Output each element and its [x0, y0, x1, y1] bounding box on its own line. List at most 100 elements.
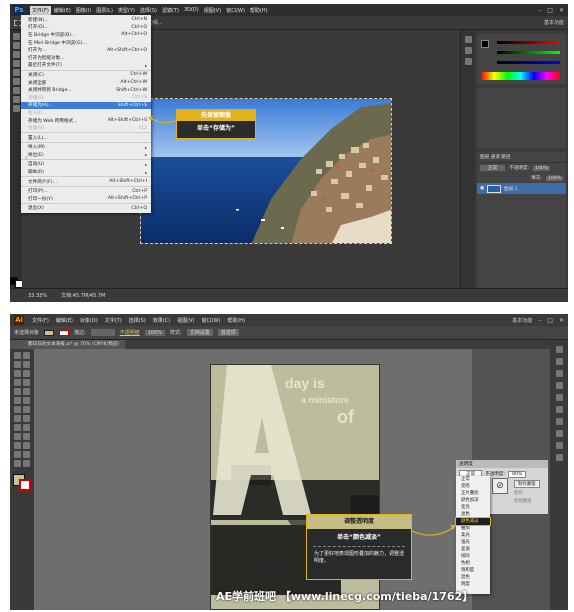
history-panel-icon[interactable]	[464, 36, 472, 43]
shape-builder-tool-icon[interactable]	[23, 415, 30, 422]
opacity-field[interactable]: 100%	[533, 165, 551, 171]
marquee-tool-icon[interactable]	[12, 42, 20, 49]
brush-tool-icon[interactable]	[12, 69, 20, 76]
file-menu-item[interactable]: 打印(P)... Ctrl+P	[21, 187, 151, 195]
ai-menu-item[interactable]: 窗口(W)	[199, 316, 222, 325]
rotate-tool-icon[interactable]	[23, 397, 30, 404]
file-menu-item[interactable]: 新建(N)... Ctrl+N	[21, 16, 151, 24]
maximize-icon[interactable]: □	[547, 7, 553, 14]
stroke-color-swatch[interactable]	[19, 479, 31, 491]
magic-wand-tool-icon[interactable]	[14, 361, 21, 368]
ai-menu-item[interactable]: 对象(O)	[78, 316, 100, 325]
symbol-sprayer-tool-icon[interactable]	[14, 442, 21, 449]
file-menu-item[interactable]: 存储为 Web 所用格式... Alt+Shift+Ctrl+S	[21, 117, 151, 125]
chevron-left-icon[interactable]: ‹	[24, 150, 34, 166]
properties-panel-icon[interactable]	[464, 47, 472, 54]
transparency-tab[interactable]: 透明度	[456, 460, 548, 468]
lasso-tool-icon[interactable]	[12, 51, 20, 58]
ai-workspace-select[interactable]: 基本功能	[512, 317, 532, 324]
ps-menu-item[interactable]: 3D(D)	[182, 6, 201, 15]
clip-checkbox[interactable]: 剪切	[514, 490, 523, 496]
stroke-swatch[interactable]	[59, 329, 70, 336]
ai-menu-item[interactable]: 编辑(E)	[54, 316, 75, 325]
zoom-tool-icon[interactable]	[23, 460, 30, 467]
blend-mode-option[interactable]: 差值	[456, 546, 490, 553]
ps-menu-item[interactable]: 帮助(H)	[248, 6, 270, 15]
file-menu-item[interactable]: 文件简介(F)... Alt+Shift+Ctrl+I	[21, 178, 151, 186]
ai-menu-item[interactable]: 视图(V)	[175, 316, 196, 325]
slice-tool-icon[interactable]	[23, 451, 30, 458]
ps-menu-item[interactable]: 图层(L)	[94, 6, 115, 15]
blend-mode-option[interactable]: 色相	[456, 560, 490, 567]
red-slider[interactable]	[497, 41, 560, 44]
hand-tool-icon[interactable]	[14, 460, 21, 467]
swatches-panel-icon[interactable]	[555, 358, 563, 365]
mesh-tool-icon[interactable]	[14, 424, 21, 431]
blend-mode-option[interactable]: 变亮	[456, 504, 490, 511]
blend-mode-option[interactable]: 叠加	[456, 525, 490, 532]
blend-mode-option[interactable]: 正片叠底	[456, 490, 490, 497]
blue-slider[interactable]	[497, 61, 560, 64]
blend-mode-select[interactable]: 正常	[480, 165, 506, 171]
paintbrush-tool-icon[interactable]	[14, 388, 21, 395]
ps-workspace-select[interactable]: 基本功能	[544, 19, 564, 26]
ai-menu-item[interactable]: 文字(T)	[103, 316, 124, 325]
line-tool-icon[interactable]	[14, 379, 21, 386]
blend-mode-option[interactable]: 柔光	[456, 532, 490, 539]
preferences-button[interactable]: 首选项	[217, 329, 239, 336]
close-icon[interactable]: ✕	[559, 317, 564, 324]
pen-tool-icon[interactable]	[14, 370, 21, 377]
layers-tabs[interactable]: 图层 通道 路径	[477, 152, 566, 163]
file-menu-item[interactable]: 关闭全部 Alt+Ctrl+W	[21, 79, 151, 87]
blend-tool-icon[interactable]	[23, 433, 30, 440]
color-panel-icon[interactable]	[555, 346, 563, 353]
eraser-tool-icon[interactable]	[12, 78, 20, 85]
fill-field[interactable]: 100%	[545, 175, 563, 181]
symbols-panel-icon[interactable]	[555, 382, 563, 389]
ps-menu-item[interactable]: 文件(F)	[30, 5, 51, 15]
file-menu-item[interactable]: 自动(U) ▸	[21, 161, 151, 169]
eye-icon[interactable]: ●	[480, 186, 484, 191]
color-swatches[interactable]	[10, 277, 23, 288]
doc-tab[interactable]: 都日双效文本海报.ai* @ 70% (CMYK/预览)	[22, 340, 126, 349]
minimize-icon[interactable]: –	[538, 317, 541, 324]
fill-stroke-swatches[interactable]	[12, 473, 32, 491]
appearance-panel-icon[interactable]	[555, 430, 563, 437]
blend-mode-option[interactable]: 滤色	[456, 511, 490, 518]
direct-selection-tool-icon[interactable]	[23, 352, 30, 359]
file-menu-item[interactable]: 打开为智能对象...	[21, 54, 151, 62]
file-menu-item[interactable]: 在 Bridge 中浏览(B)... Alt+Ctrl+O	[21, 31, 151, 39]
opacity-field[interactable]: 100%	[144, 329, 166, 336]
file-menu-item[interactable]: 打印一份(Y) Alt+Shift+Ctrl+P	[21, 195, 151, 203]
ps-menu-item[interactable]: 类型(Y)	[116, 6, 137, 15]
opacity-link[interactable]: 不透明度	[120, 329, 140, 336]
artboards-panel-icon[interactable]	[555, 454, 563, 461]
file-menu-item[interactable]: 退出(X) Ctrl+Q	[21, 205, 151, 213]
graph-tool-icon[interactable]	[23, 442, 30, 449]
file-menu-item[interactable]: 打开(O)... Ctrl+O	[21, 24, 151, 32]
stroke-weight-field[interactable]	[90, 329, 115, 336]
type-tool-icon[interactable]	[23, 370, 30, 377]
ps-menu-item[interactable]: 图像(I)	[74, 6, 93, 15]
color-ramp[interactable]	[481, 72, 560, 80]
file-menu-item[interactable]: 在 Mini Bridge 中浏览(G)...	[21, 39, 151, 47]
zoom-level[interactable]: 33.33%	[28, 293, 47, 299]
file-menu-item[interactable]: 关闭并转到 Bridge... Shift+Ctrl+W	[21, 86, 151, 94]
file-menu-item[interactable]: 存储为(A)... Shift+Ctrl+S	[21, 101, 151, 110]
eraser-tool-icon[interactable]	[14, 397, 21, 404]
blend-mode-option[interactable]: 混色	[456, 574, 490, 581]
blend-mode-option[interactable]: 饱和度	[456, 567, 490, 574]
move-tool-icon[interactable]	[12, 33, 20, 40]
selection-tool-icon[interactable]	[14, 352, 21, 359]
file-menu-item[interactable]: 签入(I)...	[21, 109, 151, 117]
ps-menu-item[interactable]: 选择(S)	[138, 6, 159, 15]
doc-setup-button[interactable]: 文档设置	[186, 329, 213, 336]
ps-menu-item[interactable]: 窗口(W)	[224, 6, 247, 15]
hand-tool-icon[interactable]	[12, 96, 20, 103]
stroke-panel-icon[interactable]	[555, 394, 563, 401]
transparency-opacity-field[interactable]: 80%	[508, 470, 527, 478]
brushes-panel-icon[interactable]	[555, 370, 563, 377]
layers-panel-icon[interactable]	[555, 442, 563, 449]
text-tool-icon[interactable]	[12, 87, 20, 94]
file-menu-item[interactable]: 导出(E) ▸	[21, 151, 151, 159]
